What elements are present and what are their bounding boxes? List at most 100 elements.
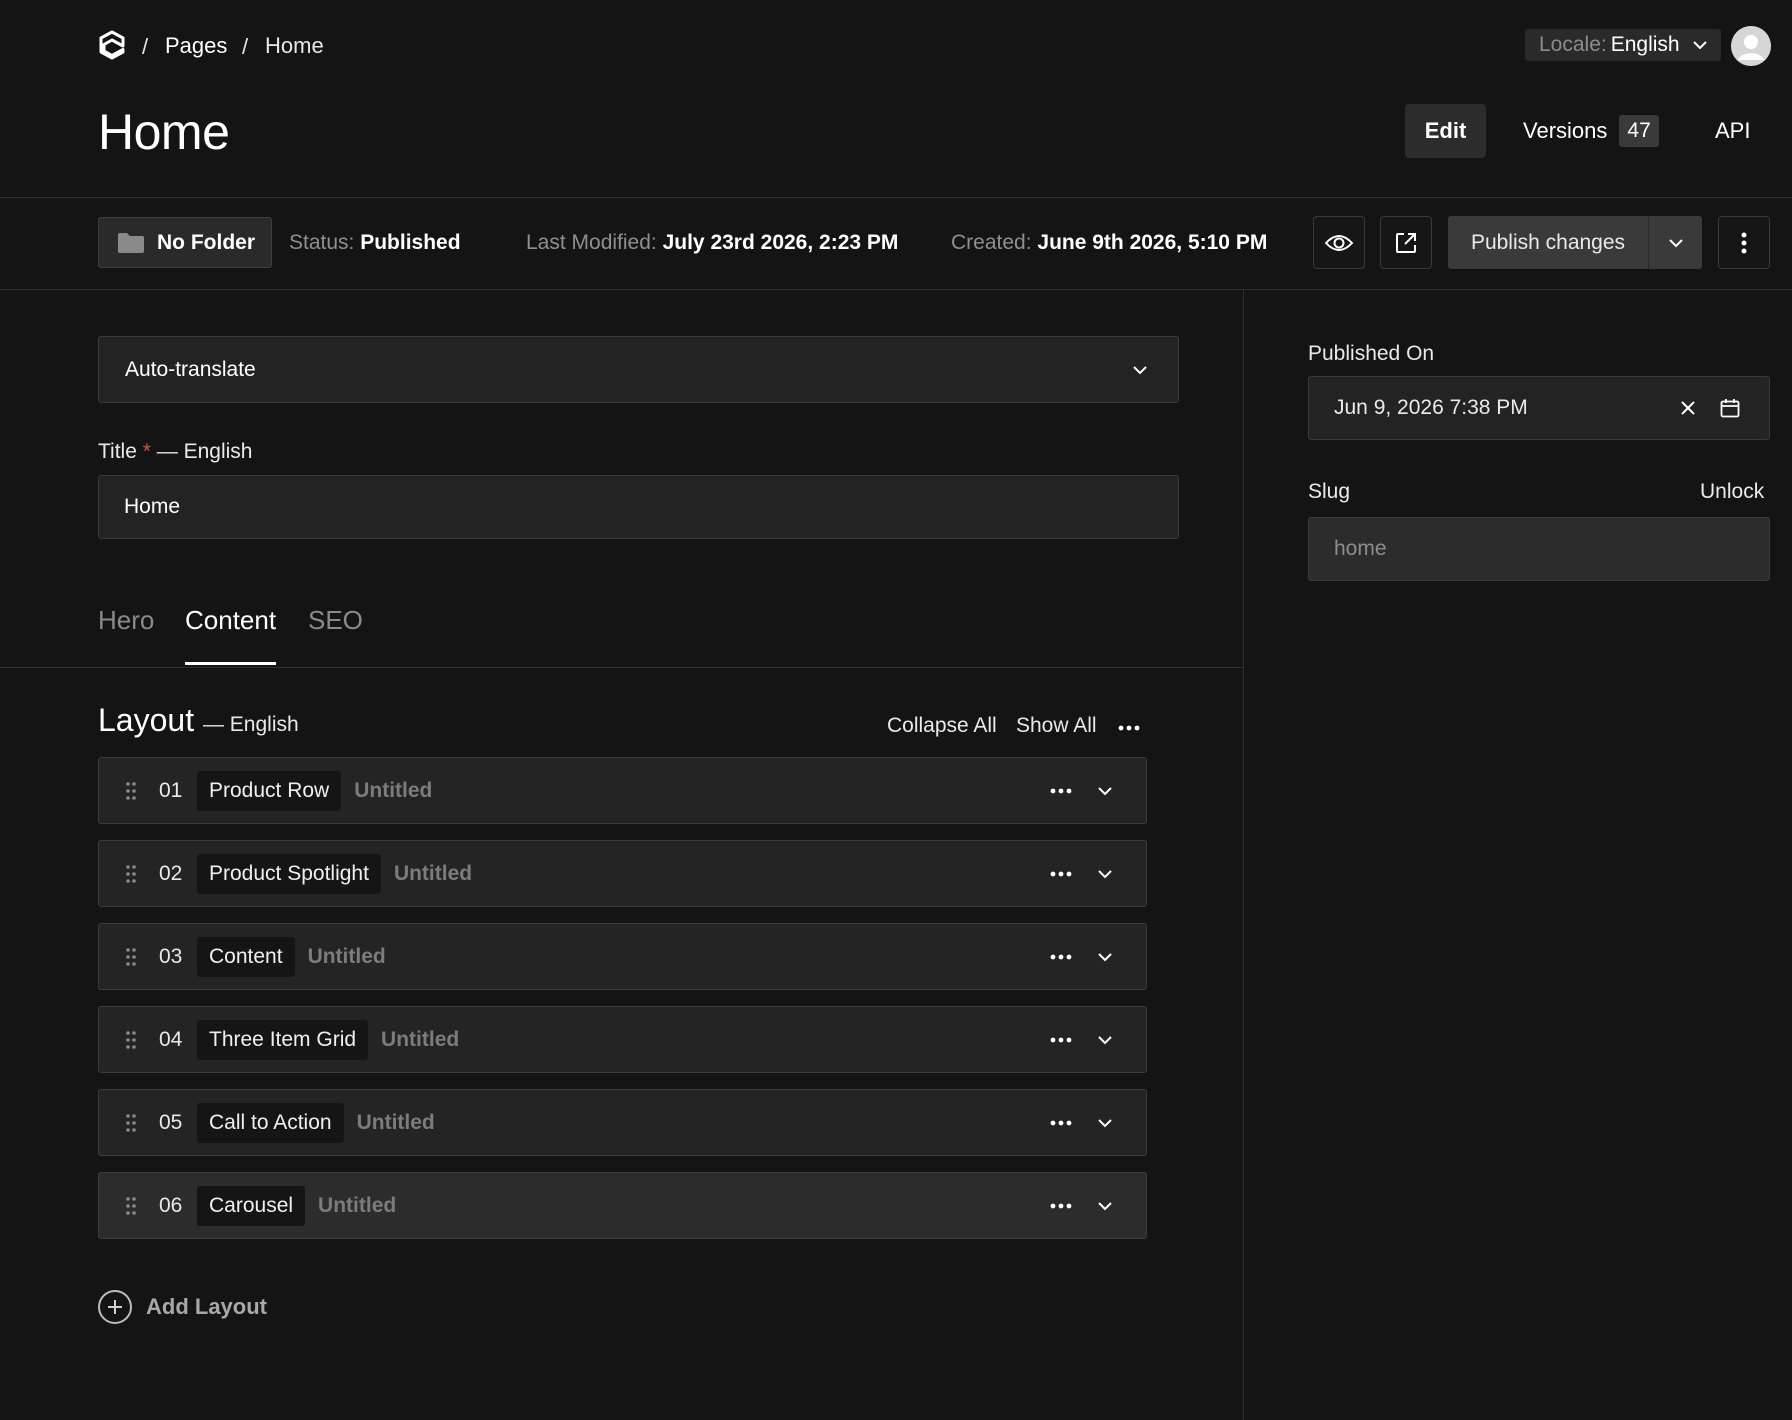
published-on-value: Jun 9, 2026 7:38 PM: [1334, 396, 1528, 419]
chevron-down-icon: [1098, 869, 1112, 878]
block-more-button[interactable]: [1040, 1120, 1082, 1126]
collapse-all-button[interactable]: Collapse All: [887, 714, 997, 738]
drag-handle-icon[interactable]: [99, 781, 159, 801]
divider: [0, 289, 1792, 290]
tab-seo[interactable]: SEO: [308, 605, 363, 636]
chevron-down-icon: [1098, 1201, 1112, 1210]
show-all-button[interactable]: Show All: [1016, 714, 1097, 738]
block-expand-button[interactable]: [1082, 786, 1128, 796]
title-input[interactable]: Home: [98, 475, 1179, 539]
status-text: Status: Published: [289, 231, 461, 254]
calendar-icon: [1720, 399, 1740, 418]
page-title: Home: [98, 104, 230, 160]
last-modified-text: Last Modified: July 23rd 2026, 2:23 PM: [526, 231, 899, 254]
layout-section-title: Layout — English: [98, 702, 299, 738]
block-more-button[interactable]: [1040, 1203, 1082, 1209]
folder-button[interactable]: No Folder: [98, 217, 272, 268]
publish-changes-button[interactable]: Publish changes: [1448, 216, 1648, 269]
published-on-input[interactable]: Jun 9, 2026 7:38 PM: [1308, 376, 1770, 440]
layout-block-row[interactable]: 06 Carousel Untitled: [98, 1172, 1147, 1239]
ellipsis-icon: [1050, 871, 1072, 876]
close-icon: [1681, 401, 1695, 415]
open-calendar-button[interactable]: [1709, 398, 1751, 418]
locale-label: Locale:: [1539, 33, 1607, 56]
block-number: 05: [159, 1110, 183, 1134]
layout-block-row[interactable]: 01 Product Row Untitled: [98, 757, 1147, 824]
slug-label: Slug: [1308, 480, 1351, 503]
ellipsis-icon: [1050, 954, 1072, 959]
created-text: Created: June 9th 2026, 5:10 PM: [951, 231, 1268, 254]
breadcrumb-separator: /: [142, 34, 149, 59]
tab-content[interactable]: Content: [185, 605, 276, 636]
layout-block-row[interactable]: 02 Product Spotlight Untitled: [98, 840, 1147, 907]
block-name: Untitled: [318, 1193, 397, 1217]
open-live-button[interactable]: [1380, 216, 1432, 269]
chevron-down-icon: [1098, 1035, 1112, 1044]
tab-edit[interactable]: Edit: [1405, 104, 1486, 158]
block-expand-button[interactable]: [1082, 1035, 1128, 1045]
block-more-button[interactable]: [1040, 954, 1082, 960]
block-type-chip: Product Row: [197, 770, 342, 811]
breadcrumb-pages[interactable]: Pages: [165, 33, 227, 59]
chevron-down-icon: [1098, 1118, 1112, 1127]
locale-value: English: [1610, 33, 1680, 56]
active-tab-indicator: [185, 662, 276, 665]
chevron-down-icon: [1692, 41, 1707, 50]
block-type-chip: Carousel: [197, 1185, 306, 1226]
auto-translate-select[interactable]: Auto-translate: [98, 336, 1179, 403]
created-value: June 9th 2026, 5:10 PM: [1037, 231, 1268, 254]
ellipsis-icon: [1050, 788, 1072, 793]
layout-block-row[interactable]: 04 Three Item Grid Untitled: [98, 1006, 1147, 1073]
block-number: 04: [159, 1027, 183, 1051]
block-expand-button[interactable]: [1082, 869, 1128, 879]
drag-handle-icon[interactable]: [99, 864, 159, 884]
layout-block-row[interactable]: 05 Call to Action Untitled: [98, 1089, 1147, 1156]
external-link-icon: [1396, 232, 1416, 253]
last-modified-value: July 23rd 2026, 2:23 PM: [662, 231, 899, 254]
block-number: 06: [159, 1193, 183, 1217]
drag-handle-icon[interactable]: [99, 1113, 159, 1133]
ellipsis-icon: [1050, 1120, 1072, 1125]
layout-more-button[interactable]: [1118, 718, 1140, 736]
locale-selector[interactable]: Locale: English: [1525, 29, 1721, 61]
block-expand-button[interactable]: [1082, 952, 1128, 962]
block-expand-button[interactable]: [1082, 1201, 1128, 1211]
block-more-button[interactable]: [1040, 788, 1082, 794]
auto-translate-label: Auto-translate: [125, 357, 256, 381]
clear-date-button[interactable]: [1667, 400, 1709, 416]
add-layout-button[interactable]: Add Layout: [98, 1290, 267, 1324]
block-more-button[interactable]: [1040, 1037, 1082, 1043]
block-number: 01: [159, 778, 183, 802]
ellipsis-icon: [1050, 1037, 1072, 1042]
publish-options-button[interactable]: [1648, 216, 1702, 269]
layout-block-row[interactable]: 03 Content Untitled: [98, 923, 1147, 990]
block-expand-button[interactable]: [1082, 1118, 1128, 1128]
block-name: Untitled: [354, 778, 433, 802]
published-on-label: Published On: [1308, 342, 1435, 365]
title-field-label: Title * — English: [98, 440, 253, 463]
logo-icon[interactable]: [98, 30, 126, 60]
breadcrumb-home[interactable]: Home: [265, 33, 324, 59]
block-number: 02: [159, 861, 183, 885]
plus-circle-icon: [98, 1290, 132, 1324]
more-options-button[interactable]: [1718, 216, 1770, 269]
eye-icon: [1324, 234, 1354, 251]
preview-button[interactable]: [1313, 216, 1365, 269]
required-mark: *: [142, 440, 151, 463]
unlock-slug-button[interactable]: Unlock: [1700, 480, 1764, 504]
drag-handle-icon[interactable]: [99, 1196, 159, 1216]
tab-api[interactable]: API: [1715, 104, 1750, 158]
block-type-chip: Content: [197, 936, 295, 977]
block-name: Untitled: [393, 861, 473, 885]
add-layout-label: Add Layout: [146, 1294, 267, 1319]
avatar[interactable]: [1731, 26, 1771, 66]
drag-handle-icon[interactable]: [99, 1030, 159, 1050]
breadcrumb-separator: /: [242, 34, 249, 59]
tab-versions[interactable]: Versions 47: [1523, 104, 1659, 158]
slug-input: home: [1308, 517, 1770, 581]
block-more-button[interactable]: [1040, 871, 1082, 877]
block-number: 03: [159, 944, 183, 968]
drag-handle-icon[interactable]: [99, 947, 159, 967]
tab-hero[interactable]: Hero: [98, 605, 154, 636]
chevron-down-icon: [1098, 952, 1112, 961]
